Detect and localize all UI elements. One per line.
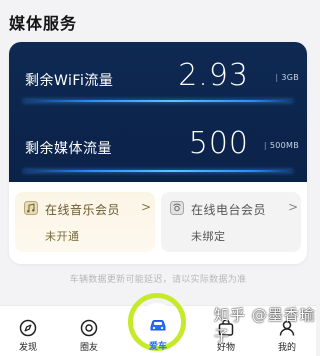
media-progress-line	[23, 170, 293, 172]
chevron-right-icon: >	[141, 200, 152, 214]
wifi-data-row[interactable]: 剩余WiFi流量 2.93 | 3GB	[9, 54, 307, 102]
car-icon	[150, 320, 166, 331]
wifi-progress-line	[23, 100, 293, 102]
music-membership-card[interactable]: 在线音乐会员 > 未开通	[15, 192, 155, 252]
nav-item-circle[interactable]: 圈友	[64, 306, 114, 356]
music-membership-status: 未开通	[45, 230, 80, 243]
radio-membership-status: 未绑定	[191, 230, 226, 243]
nav-item-discover[interactable]: 发现	[3, 306, 53, 356]
nav-label-discover: 发现	[18, 343, 37, 353]
data-usage-panel: 剩余WiFi流量 2.93 | 3GB 剩余媒体流量 500 | 500MB	[9, 42, 307, 182]
media-data-value: 500	[188, 126, 249, 161]
wifi-data-value: 2.93	[178, 58, 249, 93]
media-data-row[interactable]: 剩余媒体流量 500 | 500MB	[9, 122, 307, 172]
radio-membership-card[interactable]: 在线电台会员 > 未绑定	[161, 192, 301, 252]
data-delay-disclaimer: 车辆数据更新可能延迟，请以实际数据为准	[69, 275, 247, 285]
wifi-unit-text: 3GB	[281, 73, 299, 82]
radio-membership-title: 在线电台会员	[191, 203, 267, 217]
media-service-card: 剩余WiFi流量 2.93 | 3GB 剩余媒体流量 500 | 500MB 在线音…	[9, 42, 307, 264]
wifi-data-unit: | 3GB	[275, 73, 299, 82]
nav-label-circle: 圈友	[79, 343, 98, 353]
chat-bubble-icon	[80, 319, 98, 337]
nav-item-car[interactable]: 爱车	[133, 305, 183, 355]
section-title: 媒体服务	[9, 14, 78, 33]
media-unit-text: 500MB	[269, 141, 299, 150]
membership-row: 在线音乐会员 > 未开通 在线电台会员 > 未绑定	[15, 192, 301, 252]
nav-label-car: 爱车	[148, 342, 167, 352]
radio-icon	[170, 201, 184, 215]
chevron-right-icon: >	[288, 200, 299, 214]
media-data-label: 剩余媒体流量	[25, 141, 112, 157]
media-data-unit: | 500MB	[263, 141, 299, 150]
zhihu-watermark: 知乎 @墨香瑜子	[214, 306, 316, 345]
wifi-data-label: 剩余WiFi流量	[25, 73, 114, 89]
music-membership-title: 在线音乐会员	[45, 203, 121, 217]
compass-icon	[19, 319, 37, 337]
music-note-icon	[24, 201, 38, 215]
